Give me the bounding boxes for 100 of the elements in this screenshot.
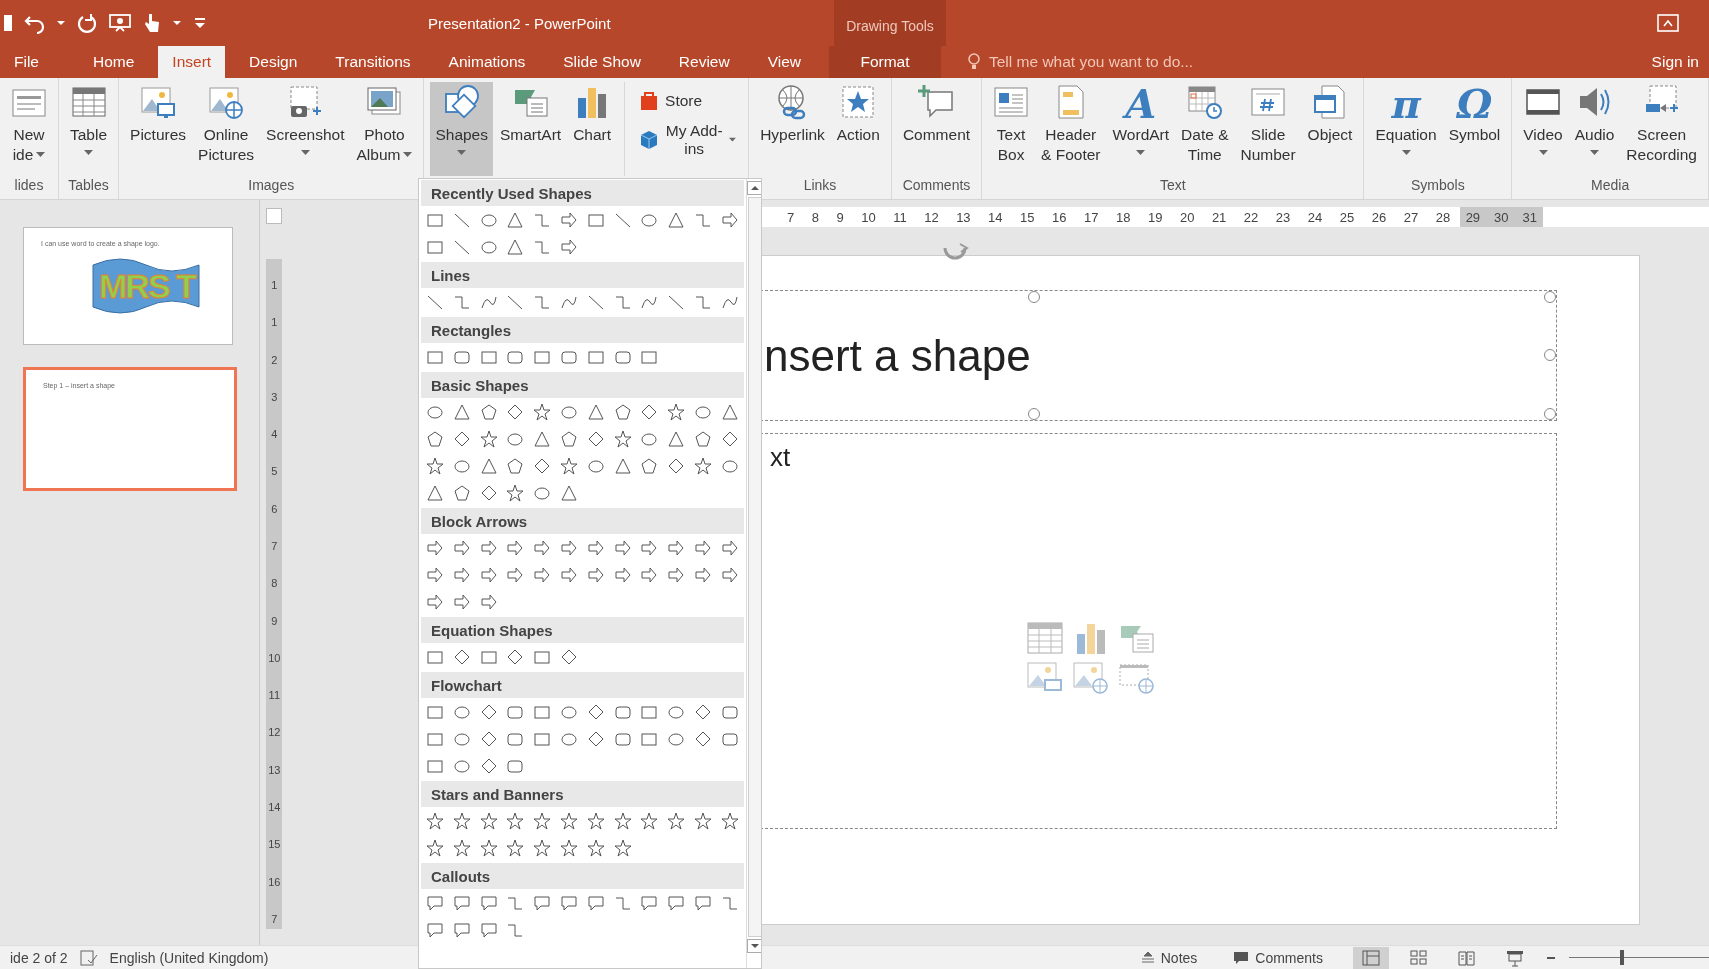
ribbon-tab[interactable]: Slide Show bbox=[549, 46, 655, 78]
oval-icon[interactable] bbox=[693, 403, 712, 421]
triangle-icon[interactable] bbox=[452, 403, 471, 421]
arrow-icon[interactable] bbox=[452, 539, 471, 557]
line-icon[interactable] bbox=[667, 293, 686, 311]
ribbon-button[interactable]: Store bbox=[639, 90, 737, 112]
rectangle-icon[interactable] bbox=[426, 238, 444, 256]
diamond-icon[interactable] bbox=[560, 648, 578, 666]
view-button[interactable] bbox=[1353, 946, 1389, 969]
ribbon-button[interactable]: Online Pictures bbox=[193, 82, 260, 176]
arrow-icon[interactable] bbox=[560, 539, 578, 557]
rectangle-icon[interactable] bbox=[426, 757, 444, 775]
caret-icon[interactable] bbox=[403, 152, 413, 158]
callout-icon[interactable] bbox=[452, 921, 471, 939]
arrow-icon[interactable] bbox=[452, 593, 471, 611]
redo-icon[interactable] bbox=[76, 12, 98, 34]
callout-icon[interactable] bbox=[586, 894, 605, 912]
scrollbar[interactable] bbox=[745, 179, 761, 968]
diamond-icon[interactable] bbox=[479, 703, 498, 721]
hand-icon[interactable] bbox=[142, 12, 162, 34]
diamond-icon[interactable] bbox=[479, 757, 498, 775]
oval-icon[interactable] bbox=[560, 730, 578, 748]
diamond-icon[interactable] bbox=[506, 648, 525, 666]
comments-button[interactable]: Comments bbox=[1227, 948, 1329, 967]
arrow-icon[interactable] bbox=[533, 539, 552, 557]
oval-icon[interactable] bbox=[560, 703, 578, 721]
star-icon[interactable] bbox=[693, 457, 712, 475]
pentagon-icon[interactable] bbox=[613, 403, 632, 421]
oval-icon[interactable] bbox=[667, 703, 686, 721]
rectangle-icon[interactable] bbox=[533, 648, 552, 666]
star-icon[interactable] bbox=[693, 812, 712, 830]
resize-handle[interactable] bbox=[1544, 291, 1556, 303]
elbow-connector-icon[interactable] bbox=[533, 238, 552, 256]
pentagon-icon[interactable] bbox=[560, 430, 578, 448]
arrow-icon[interactable] bbox=[720, 539, 739, 557]
rectangle-icon[interactable] bbox=[426, 211, 444, 229]
oval-icon[interactable] bbox=[426, 403, 444, 421]
elbow-connector-icon[interactable] bbox=[506, 921, 525, 939]
triangle-icon[interactable] bbox=[533, 430, 552, 448]
ribbon-button[interactable]: Screen Recording bbox=[1621, 82, 1702, 176]
caret-icon[interactable] bbox=[1401, 150, 1411, 156]
ribbon-tab[interactable]: Insert bbox=[158, 46, 226, 78]
rounded-rectangle-icon[interactable] bbox=[720, 730, 739, 748]
ribbon-button[interactable]: π Equation bbox=[1370, 82, 1442, 176]
arrow-icon[interactable] bbox=[506, 539, 525, 557]
star-icon[interactable] bbox=[506, 484, 525, 502]
rectangle-icon[interactable] bbox=[533, 348, 552, 366]
ribbon-button[interactable]: Audio bbox=[1569, 82, 1620, 176]
star-icon[interactable] bbox=[479, 812, 498, 830]
star-icon[interactable] bbox=[586, 839, 605, 857]
elbow-connector-icon[interactable] bbox=[613, 293, 632, 311]
callout-icon[interactable] bbox=[533, 894, 552, 912]
star-icon[interactable] bbox=[560, 457, 578, 475]
arrow-icon[interactable] bbox=[667, 539, 686, 557]
star-icon[interactable] bbox=[640, 812, 659, 830]
ribbon-button[interactable]: Object bbox=[1302, 82, 1358, 176]
ribbon-button[interactable]: My Add-ins bbox=[639, 122, 737, 158]
arrow-icon[interactable] bbox=[586, 566, 605, 584]
ribbon-tab[interactable]: Design bbox=[235, 46, 312, 78]
pentagon-icon[interactable] bbox=[452, 484, 471, 502]
arrow-icon[interactable] bbox=[506, 566, 525, 584]
elbow-connector-icon[interactable] bbox=[506, 894, 525, 912]
scroll-down-icon[interactable] bbox=[746, 939, 761, 953]
rounded-rectangle-icon[interactable] bbox=[560, 348, 578, 366]
diamond-icon[interactable] bbox=[452, 648, 471, 666]
pentagon-icon[interactable] bbox=[479, 403, 498, 421]
oval-icon[interactable] bbox=[452, 457, 471, 475]
rectangle-icon[interactable] bbox=[586, 211, 605, 229]
oval-icon[interactable] bbox=[586, 457, 605, 475]
ribbon-button[interactable]: Date & Time bbox=[1176, 82, 1234, 176]
triangle-icon[interactable] bbox=[667, 211, 686, 229]
pentagon-icon[interactable] bbox=[426, 430, 444, 448]
diamond-icon[interactable] bbox=[586, 703, 605, 721]
ribbon-display-icon[interactable] bbox=[1657, 14, 1679, 32]
oval-icon[interactable] bbox=[452, 703, 471, 721]
arrow-icon[interactable] bbox=[693, 539, 712, 557]
rounded-rectangle-icon[interactable] bbox=[506, 703, 525, 721]
ribbon-tab[interactable]: Review bbox=[664, 46, 744, 78]
ribbon-button[interactable]: Shapes bbox=[430, 82, 493, 176]
slider-thumb[interactable] bbox=[1620, 950, 1625, 965]
rectangle-icon[interactable] bbox=[479, 648, 498, 666]
star-icon[interactable] bbox=[533, 403, 552, 421]
callout-icon[interactable] bbox=[426, 921, 444, 939]
diamond-icon[interactable] bbox=[720, 430, 739, 448]
rounded-rectangle-icon[interactable] bbox=[613, 348, 632, 366]
line-icon[interactable] bbox=[586, 293, 605, 311]
elbow-connector-icon[interactable] bbox=[693, 211, 712, 229]
ribbon-tab[interactable]: File bbox=[0, 46, 53, 78]
ribbon-tab[interactable]: Home bbox=[79, 46, 149, 78]
line-icon[interactable] bbox=[452, 238, 471, 256]
arrow-icon[interactable] bbox=[720, 211, 739, 229]
tell-me-field[interactable]: Tell me what you want to do... bbox=[987, 52, 1267, 72]
arrow-icon[interactable] bbox=[426, 566, 444, 584]
ribbon-tab[interactable]: Animations bbox=[434, 46, 540, 78]
oval-icon[interactable] bbox=[452, 757, 471, 775]
diamond-icon[interactable] bbox=[452, 430, 471, 448]
arrow-icon[interactable] bbox=[640, 566, 659, 584]
ribbon-button[interactable]: New ide bbox=[6, 82, 52, 176]
callout-icon[interactable] bbox=[640, 894, 659, 912]
ribbon-button[interactable]: SmartArt bbox=[495, 82, 567, 176]
